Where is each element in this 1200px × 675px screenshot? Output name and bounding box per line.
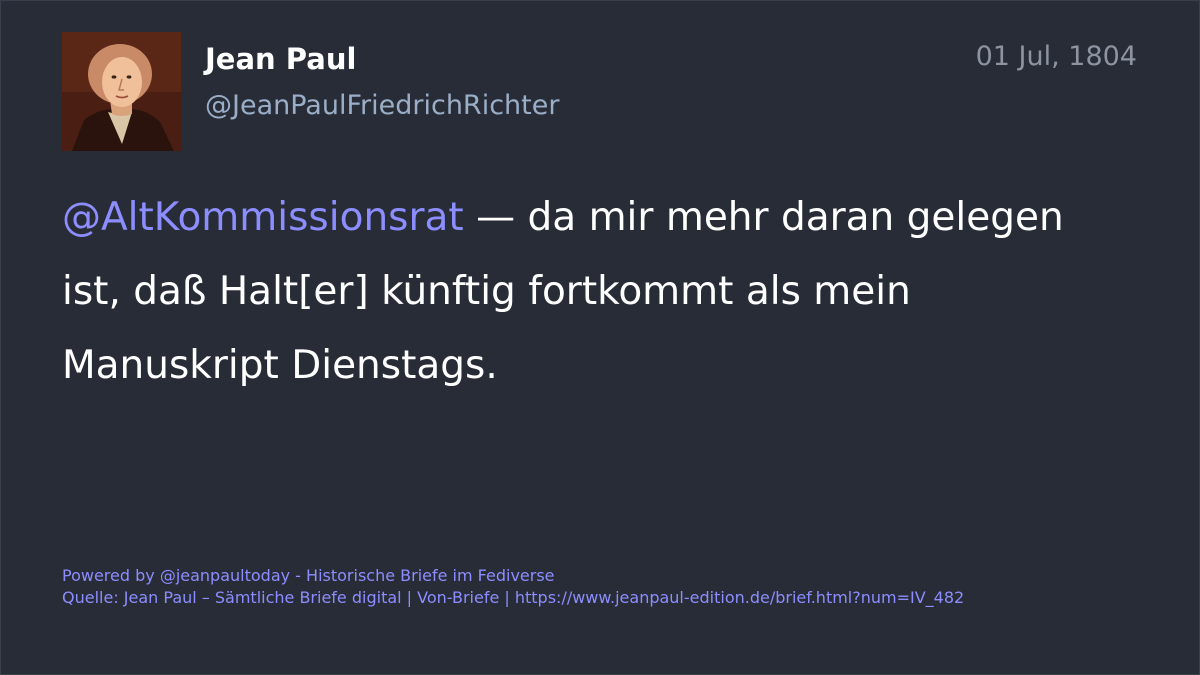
mention-link[interactable]: @AltKommissionsrat [62, 195, 464, 240]
avatar[interactable] [62, 32, 181, 151]
post-content: @AltKommissionsrat — da mir mehr daran g… [62, 181, 1122, 403]
post-date[interactable]: 01 Jul, 1804 [976, 39, 1137, 75]
source-link[interactable]: Quelle: Jean Paul – Sämtliche Briefe dig… [62, 587, 964, 609]
powered-by-link[interactable]: Powered by @jeanpaultoday - Historische … [62, 565, 964, 587]
portrait-avatar-icon [62, 32, 181, 151]
footer: Powered by @jeanpaultoday - Historische … [62, 565, 964, 609]
post-card: Jean Paul @JeanPaulFriedrichRichter 01 J… [0, 0, 1200, 675]
author-display-name[interactable]: Jean Paul [205, 41, 356, 77]
author-handle[interactable]: @JeanPaulFriedrichRichter [205, 88, 559, 124]
